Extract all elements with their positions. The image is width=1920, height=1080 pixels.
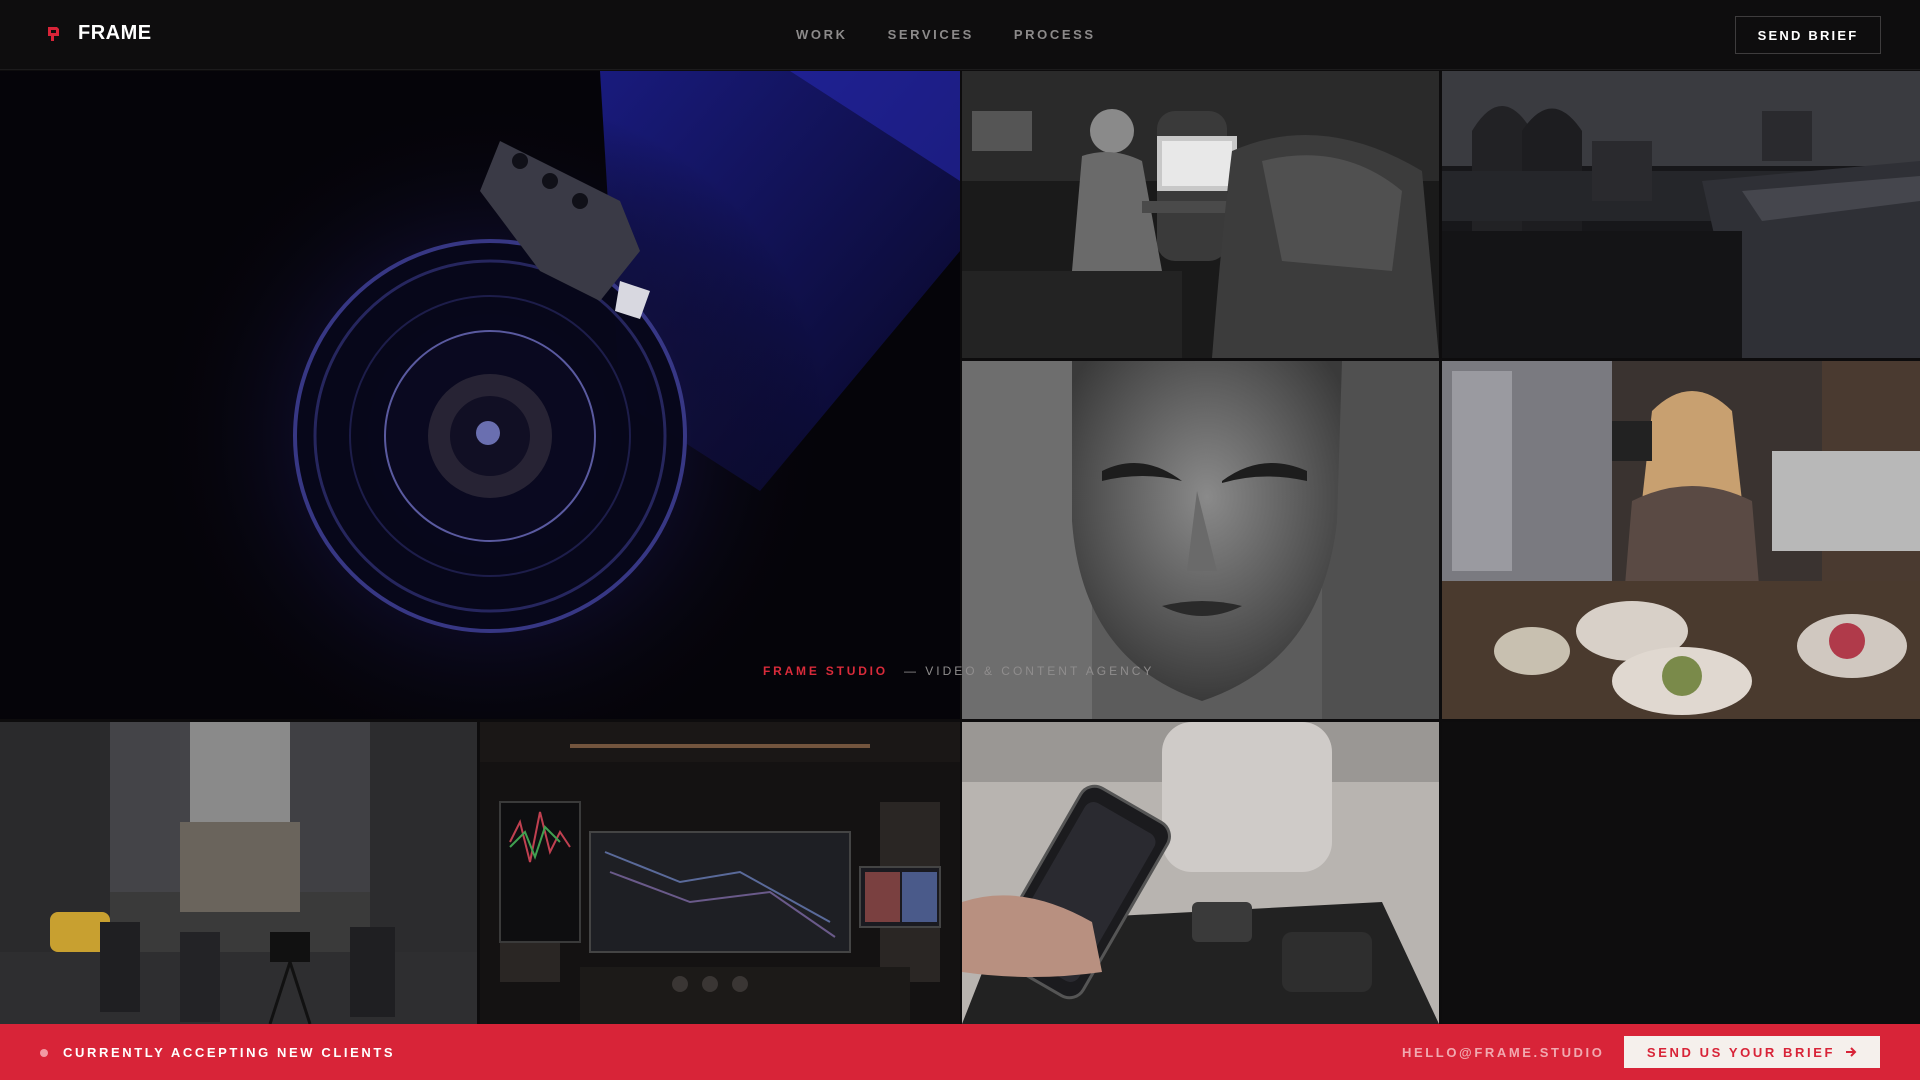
site-header: FRAME WORK SERVICES PROCESS SEND BRIEF xyxy=(0,0,1920,70)
city-street-image[interactable] xyxy=(0,722,477,1024)
editor-at-desk-image[interactable] xyxy=(962,71,1439,358)
nav-services[interactable]: SERVICES xyxy=(888,27,974,42)
empty-tile xyxy=(1442,722,1920,1024)
send-us-your-brief-label: SEND US YOUR BRIEF xyxy=(1646,1044,1836,1060)
availability-bar: CURRENTLY ACCEPTING NEW CLIENTS HELLO@FR… xyxy=(0,1024,1920,1080)
city-rooftop-image[interactable] xyxy=(1442,71,1920,358)
tagline-description: — VIDEO & CONTENT AGENCY xyxy=(903,664,1155,678)
availability-status: CURRENTLY ACCEPTING NEW CLIENTS xyxy=(63,1045,396,1060)
editing-suite-image[interactable] xyxy=(480,722,960,1024)
nav-process[interactable]: PROCESS xyxy=(1014,27,1096,42)
arrow-right-icon xyxy=(1846,1047,1857,1057)
contact-email-link[interactable]: HELLO@FRAME.STUDIO xyxy=(1402,1045,1604,1060)
send-brief-button[interactable]: SEND BRIEF xyxy=(1735,16,1881,54)
brand-name: FRAME xyxy=(78,22,152,44)
logo[interactable]: FRAME xyxy=(44,22,152,45)
main-nav: WORK SERVICES PROCESS xyxy=(796,27,1096,42)
cafe-creator-image[interactable] xyxy=(1442,361,1920,719)
nav-work[interactable]: WORK xyxy=(796,27,848,42)
status-dot-icon xyxy=(40,1049,48,1057)
send-us-your-brief-button[interactable]: SEND US YOUR BRIEF xyxy=(1624,1036,1880,1068)
tagline: FRAME STUDIO — VIDEO & CONTENT AGENCY xyxy=(763,664,1154,678)
camera-lens-image[interactable] xyxy=(0,71,960,719)
phone-gimbal-image[interactable] xyxy=(962,722,1439,1024)
film-frame-icon xyxy=(48,26,59,41)
tagline-brand: FRAME STUDIO xyxy=(763,664,888,678)
